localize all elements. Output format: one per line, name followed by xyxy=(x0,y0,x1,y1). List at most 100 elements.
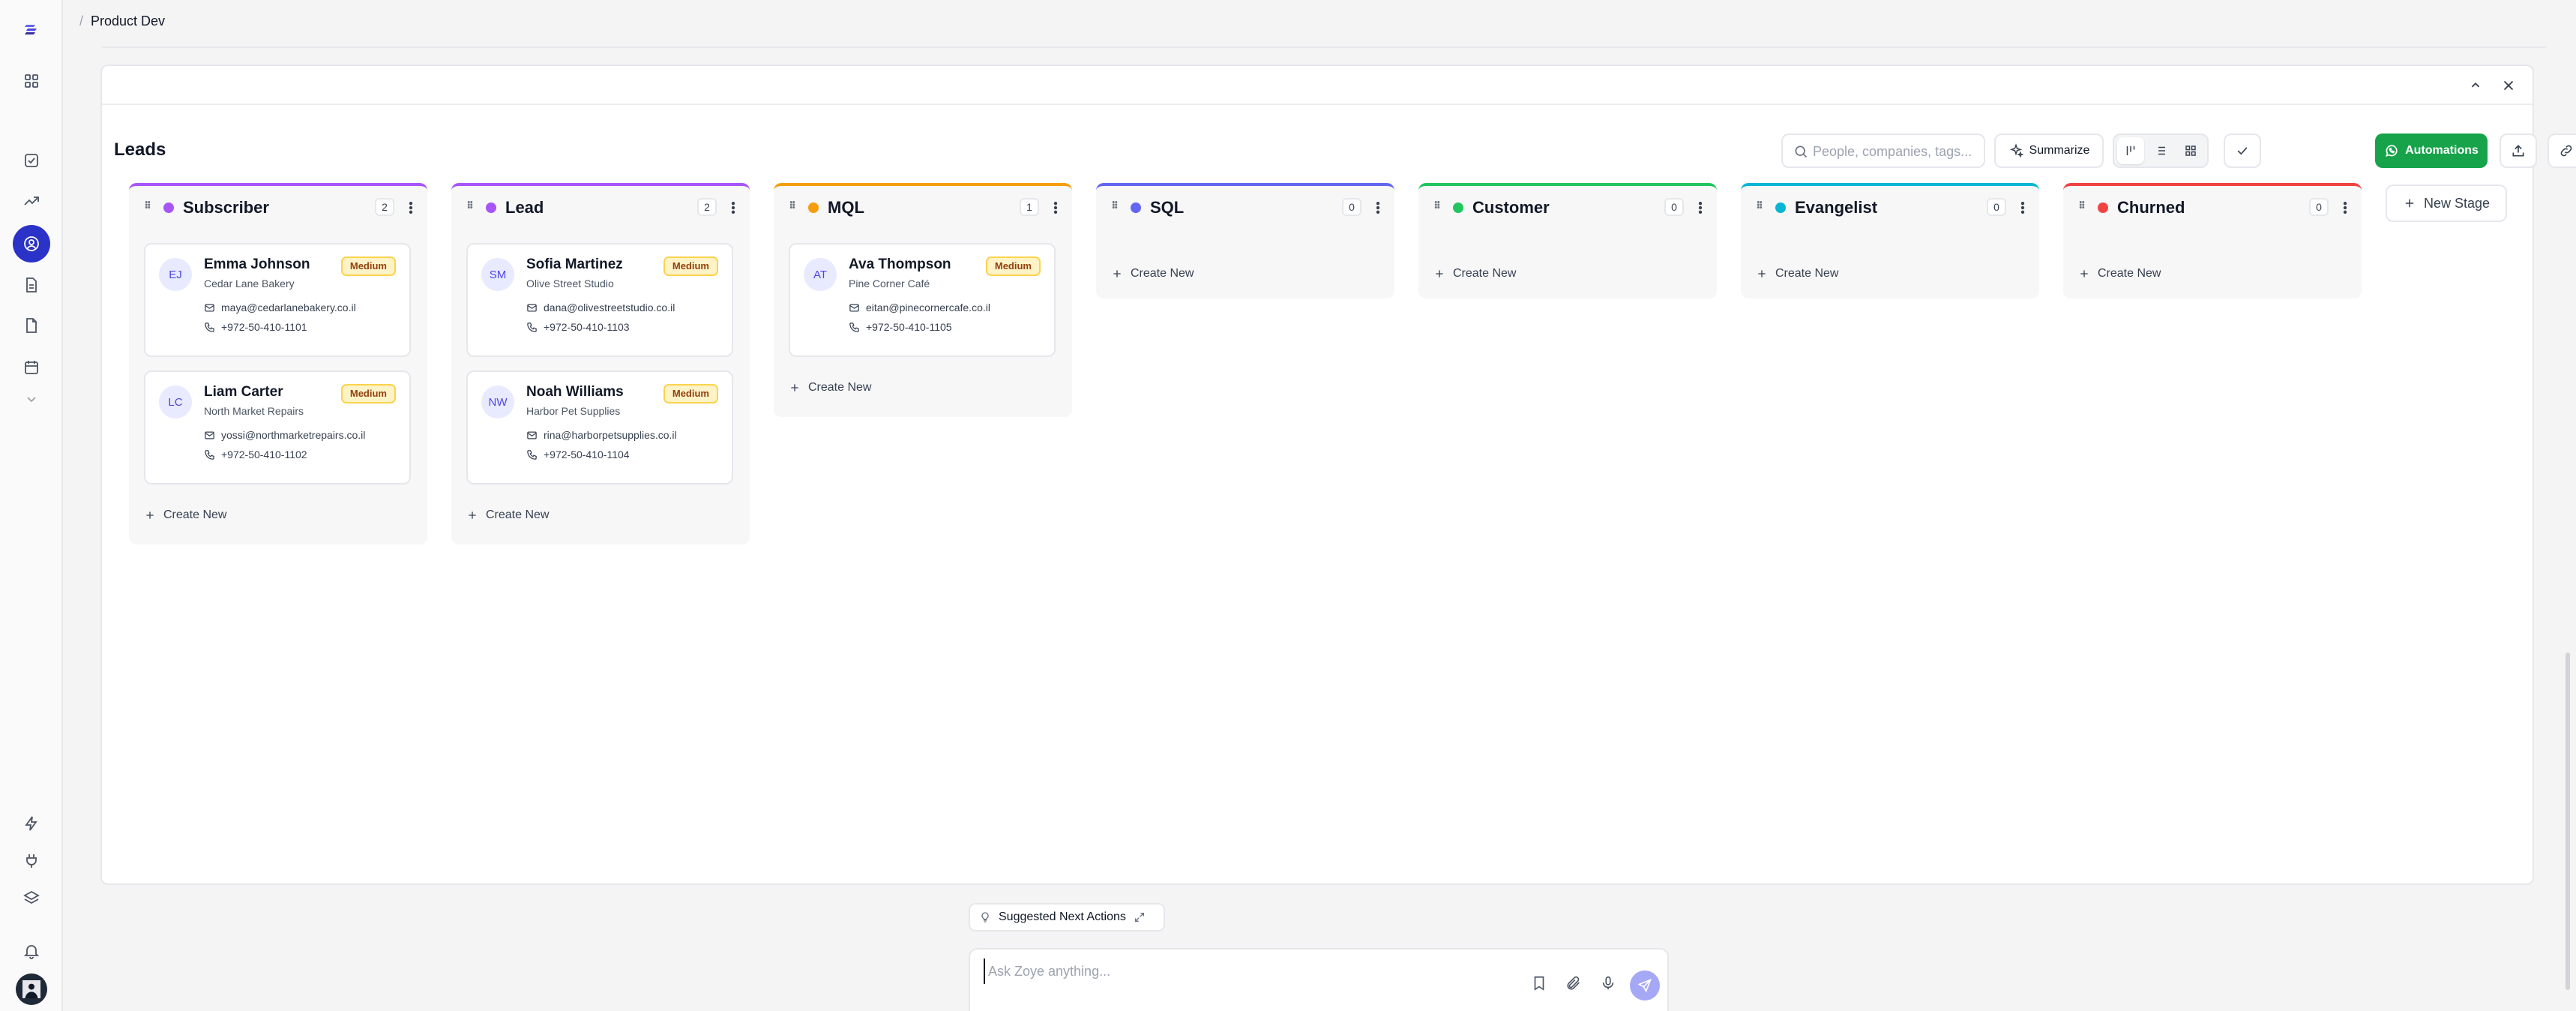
more-vertical-icon[interactable] xyxy=(1693,200,1708,216)
create-new-button[interactable]: Create New xyxy=(1756,267,1838,280)
drag-handle-icon[interactable] xyxy=(787,200,798,214)
lead-card[interactable]: SM Sofia Martinez Olive Street Studio Mediu… xyxy=(466,243,733,357)
bolt-icon[interactable] xyxy=(19,812,43,836)
bookmark-icon[interactable] xyxy=(1531,975,1549,993)
files-icon[interactable] xyxy=(19,314,43,338)
summarize-button[interactable]: Summarize xyxy=(1994,134,2104,168)
close-icon[interactable] xyxy=(2498,75,2519,96)
export-button[interactable] xyxy=(2500,134,2537,168)
avatar[interactable] xyxy=(16,974,47,1005)
phone-text: +972-50-410-1105 xyxy=(866,321,952,333)
breadcrumb-current[interactable]: Product Dev xyxy=(91,14,165,28)
email-text: maya@cedarlanebakery.co.il xyxy=(221,302,356,314)
lead-phone[interactable]: +972-50-410-1103 xyxy=(526,321,630,333)
kanban-view-icon[interactable] xyxy=(2117,137,2144,164)
phone-text: +972-50-410-1102 xyxy=(221,448,307,460)
check-button[interactable] xyxy=(2224,134,2261,168)
new-stage-label: New Stage xyxy=(2423,195,2491,211)
drag-handle-icon[interactable] xyxy=(2077,200,2087,214)
lead-email[interactable]: dana@olivestreetstudio.co.il xyxy=(526,302,675,314)
logo-icon[interactable] xyxy=(19,18,43,42)
chevron-down-icon[interactable] xyxy=(19,387,43,411)
grid-view-icon[interactable] xyxy=(2177,137,2204,164)
search-box[interactable] xyxy=(1781,134,1985,168)
lead-company: Pine Corner Café xyxy=(849,278,930,290)
priority-badge: Medium xyxy=(340,256,396,276)
create-new-label: Create New xyxy=(808,381,872,394)
create-new-label: Create New xyxy=(1775,267,1839,280)
lead-card[interactable]: LC Liam Carter North Market Repairs Medium y… xyxy=(144,370,411,484)
collapse-icon[interactable] xyxy=(2465,75,2486,96)
lead-phone[interactable]: +972-50-410-1101 xyxy=(204,321,307,333)
attach-icon[interactable] xyxy=(1565,975,1583,993)
drag-handle-icon[interactable] xyxy=(142,200,153,214)
lead-card[interactable]: NW Noah Williams Harbor Pet Supplies Medium… xyxy=(466,370,733,484)
more-vertical-icon[interactable] xyxy=(2338,200,2353,216)
stage-column-customer: Customer 0 Create New xyxy=(1418,183,1717,298)
lead-name[interactable]: Emma Johnson xyxy=(204,256,310,273)
lead-email[interactable]: rina@harborpetsupplies.co.il xyxy=(526,429,677,441)
create-new-button[interactable]: Create New xyxy=(144,508,226,522)
lead-email[interactable]: maya@cedarlanebakery.co.il xyxy=(204,302,356,314)
more-vertical-icon[interactable] xyxy=(403,200,418,216)
plug-icon[interactable] xyxy=(19,849,43,873)
automations-button[interactable]: Automations xyxy=(2375,134,2488,168)
stage-color-dot xyxy=(1131,202,1141,213)
calendar-icon[interactable] xyxy=(19,356,43,380)
documents-icon[interactable] xyxy=(19,273,43,297)
drag-handle-icon[interactable] xyxy=(1110,200,1120,214)
tasks-check-icon[interactable] xyxy=(19,148,43,172)
suggested-actions-button[interactable]: Suggested Next Actions xyxy=(969,903,1165,932)
bell-icon[interactable] xyxy=(19,939,43,963)
lead-card[interactable]: AT Ava Thompson Pine Corner Café Medium eita… xyxy=(789,243,1056,357)
lead-phone[interactable]: +972-50-410-1105 xyxy=(849,321,952,333)
search-icon xyxy=(1793,144,1808,159)
send-button[interactable] xyxy=(1630,970,1660,1000)
drag-handle-icon[interactable] xyxy=(1754,200,1765,214)
divider xyxy=(102,46,2546,48)
create-new-button[interactable]: Create New xyxy=(1111,267,1194,280)
lead-email[interactable]: yossi@northmarketrepairs.co.il xyxy=(204,429,365,441)
view-switcher xyxy=(2113,134,2209,168)
create-new-label: Create New xyxy=(1453,267,1517,280)
contacts-icon[interactable] xyxy=(13,225,50,262)
mail-icon xyxy=(204,430,215,441)
stage-name: Subscriber xyxy=(183,198,269,217)
stage-count-badge: 0 xyxy=(1342,198,1361,216)
microphone-icon[interactable] xyxy=(1600,975,1618,993)
email-text: yossi@northmarketrepairs.co.il xyxy=(221,429,366,441)
lead-card[interactable]: EJ Emma Johnson Cedar Lane Bakery Medium may… xyxy=(144,243,411,357)
link-button[interactable] xyxy=(2548,134,2576,168)
lead-email[interactable]: eitan@pinecornercafe.co.il xyxy=(849,302,990,314)
layers-icon[interactable] xyxy=(19,886,43,910)
list-view-icon[interactable] xyxy=(2147,137,2174,164)
new-stage-button[interactable]: New Stage xyxy=(2386,184,2507,222)
drag-handle-icon[interactable] xyxy=(465,200,475,214)
scrollbar[interactable] xyxy=(2566,652,2570,990)
create-new-button[interactable]: Create New xyxy=(1433,267,1516,280)
lead-name[interactable]: Ava Thompson xyxy=(849,256,951,273)
create-new-button[interactable]: Create New xyxy=(2078,267,2161,280)
lead-phone[interactable]: +972-50-410-1104 xyxy=(526,448,630,460)
panel-header xyxy=(102,66,2533,105)
trending-icon[interactable] xyxy=(19,189,43,213)
drag-handle-icon[interactable] xyxy=(1432,200,1442,214)
lead-name[interactable]: Sofia Martinez xyxy=(526,256,623,273)
stage-count-badge: 2 xyxy=(375,198,394,216)
more-vertical-icon[interactable] xyxy=(2015,200,2030,216)
lead-name[interactable]: Liam Carter xyxy=(204,384,283,400)
search-input[interactable] xyxy=(1813,140,1978,164)
create-new-button[interactable]: Create New xyxy=(466,508,549,522)
more-vertical-icon[interactable] xyxy=(726,200,741,216)
create-new-label: Create New xyxy=(163,508,227,521)
mail-icon xyxy=(204,302,215,314)
lead-name[interactable]: Noah Williams xyxy=(526,384,624,400)
create-new-button[interactable]: Create New xyxy=(789,381,871,394)
email-text: rina@harborpetsupplies.co.il xyxy=(544,429,677,441)
lead-phone[interactable]: +972-50-410-1102 xyxy=(204,448,307,460)
more-vertical-icon[interactable] xyxy=(1370,200,1385,216)
chat-input[interactable] xyxy=(984,958,1508,984)
apps-grid-icon[interactable] xyxy=(19,69,43,93)
more-vertical-icon[interactable] xyxy=(1048,200,1063,216)
stage-name: Customer xyxy=(1472,198,1550,217)
